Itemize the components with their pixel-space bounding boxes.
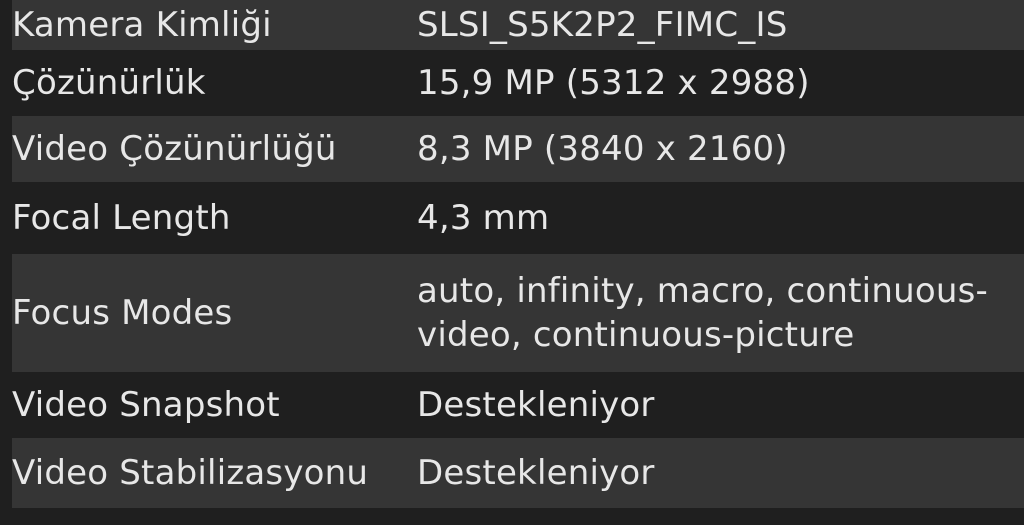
spec-label: Video Snapshot <box>12 385 280 425</box>
spec-value: SLSI_S5K2P2_FIMC_IS <box>417 5 788 45</box>
camera-spec-table: Kamera Kimliği SLSI_S5K2P2_FIMC_IS Çözün… <box>0 0 1024 508</box>
spec-label: Video Stabilizasyonu <box>12 453 369 493</box>
spec-row-resolution: Çözünürlük 15,9 MP (5312 x 2988) <box>12 50 1024 116</box>
spec-label: Kamera Kimliği <box>12 5 272 45</box>
spec-row-focus-modes: Focus Modes auto, infinity, macro, conti… <box>12 254 1024 372</box>
spec-label: Focus Modes <box>12 293 233 333</box>
spec-label: Focal Length <box>12 198 231 238</box>
spec-value: 15,9 MP (5312 x 2988) <box>417 63 810 103</box>
spec-label: Video Çözünürlüğü <box>12 129 337 169</box>
spec-value: Destekleniyor <box>417 385 655 425</box>
spec-value: auto, infinity, macro, continuous-video,… <box>417 271 988 355</box>
spec-row-video-stabilization: Video Stabilizasyonu Destekleniyor <box>12 438 1024 508</box>
spec-row-camera-id: Kamera Kimliği SLSI_S5K2P2_FIMC_IS <box>12 0 1024 50</box>
spec-label: Çözünürlük <box>12 63 206 103</box>
spec-value: 8,3 MP (3840 x 2160) <box>417 129 788 169</box>
spec-value: 4,3 mm <box>417 198 550 238</box>
spec-row-video-resolution: Video Çözünürlüğü 8,3 MP (3840 x 2160) <box>12 116 1024 182</box>
spec-value: Destekleniyor <box>417 453 655 493</box>
spec-row-focal-length: Focal Length 4,3 mm <box>12 182 1024 254</box>
spec-row-video-snapshot: Video Snapshot Destekleniyor <box>12 372 1024 438</box>
camera-spec-screen: Kamera Kimliği SLSI_S5K2P2_FIMC_IS Çözün… <box>0 0 1024 525</box>
